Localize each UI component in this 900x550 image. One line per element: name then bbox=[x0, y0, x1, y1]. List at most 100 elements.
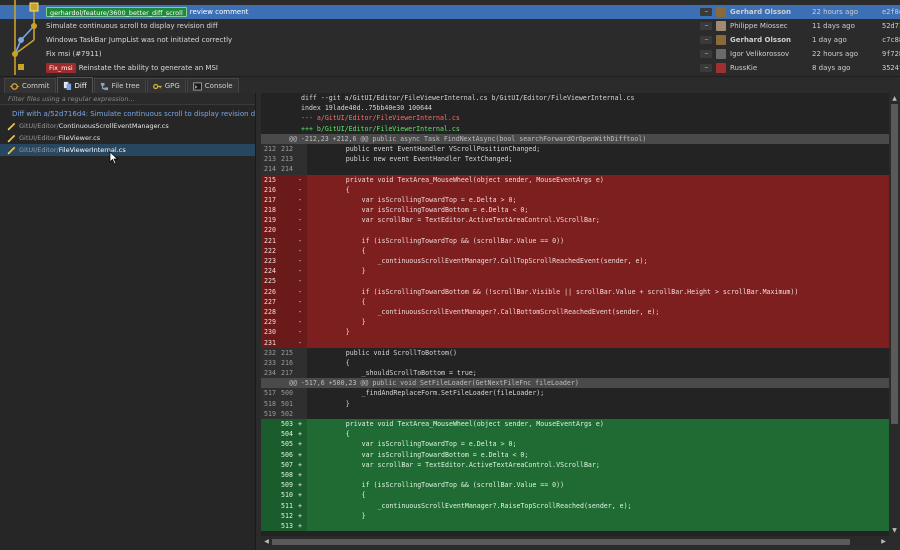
commit-row[interactable]: gerhardol/feature/3600_better_diff_scrol… bbox=[0, 5, 900, 19]
scroll-right-icon[interactable]: ▶ bbox=[880, 538, 887, 545]
tab-console[interactable]: Console bbox=[186, 78, 239, 93]
diff-marker: + bbox=[298, 481, 302, 490]
branch-label[interactable]: Fix_msi bbox=[46, 63, 76, 73]
scroll-thumb[interactable] bbox=[891, 104, 898, 424]
old-line-number bbox=[261, 113, 301, 123]
diff-line: 512 + } bbox=[261, 510, 889, 521]
diff-marker: - bbox=[298, 338, 302, 347]
scroll-thumb[interactable] bbox=[272, 539, 850, 545]
old-line-number: 519 bbox=[264, 409, 276, 418]
diff-marker: - bbox=[298, 287, 302, 296]
code-text: @@ -517,6 +500,23 @@ public void SetFile… bbox=[289, 379, 579, 388]
old-line-number: 223 bbox=[264, 257, 276, 265]
code-text: --- a/GitUI/Editor/FileViewerInternal.cs bbox=[301, 114, 460, 123]
diff-line: 216 - { bbox=[261, 184, 889, 195]
file-path: GitUI/Editor/ bbox=[19, 122, 59, 130]
diff-marker: + bbox=[298, 430, 302, 439]
commit-row[interactable]: Fix_msi Reinstate the ability to generat… bbox=[0, 61, 900, 75]
file-item[interactable]: GitUI/Editor/ContinuousScrollEventManage… bbox=[0, 120, 255, 132]
scroll-down-icon[interactable]: ▼ bbox=[891, 527, 898, 534]
commit-row[interactable]: Simulate continuous scroll to display re… bbox=[0, 19, 900, 33]
diff-marker: + bbox=[298, 420, 302, 428]
scroll-left-icon[interactable]: ◀ bbox=[263, 538, 270, 545]
diff-with-header[interactable]: Diff with a/52d716d4: Simulate continuou… bbox=[0, 108, 255, 120]
commit-message-cell: Windows TaskBar JumpList was not initiat… bbox=[46, 36, 656, 44]
diff-marker: + bbox=[298, 501, 302, 510]
horizontal-scrollbar[interactable]: ◀ ▶ bbox=[261, 536, 889, 547]
commit-hash: e2f8ec2 bbox=[882, 8, 900, 16]
more-button[interactable]: ··· bbox=[700, 50, 712, 58]
code-text: if (isScrollingTowardTop && (scrollBar.V… bbox=[314, 481, 565, 490]
new-line-number bbox=[278, 185, 295, 195]
tab-file-tree[interactable]: File tree bbox=[93, 78, 146, 93]
old-line-number: 214 bbox=[264, 165, 276, 174]
commit-message: Reinstate the ability to generate an MSI bbox=[78, 64, 218, 72]
file-list-pane: Filter files using a regular expression.… bbox=[0, 93, 256, 550]
diff-line: @@ -517,6 +500,23 @@ public void SetFile… bbox=[261, 378, 889, 389]
branch-label[interactable]: gerhardol/feature/3600_better_diff_scrol… bbox=[46, 7, 187, 17]
filter-files-input[interactable]: Filter files using a regular expression.… bbox=[0, 93, 255, 105]
avatar bbox=[716, 7, 726, 17]
commit-list[interactable]: gerhardol/feature/3600_better_diff_scrol… bbox=[0, 0, 900, 75]
old-line-number bbox=[261, 480, 278, 490]
tab-label: File tree bbox=[111, 82, 140, 90]
more-button[interactable]: ··· bbox=[700, 8, 712, 16]
code-text: diff --git a/GitUI/Editor/FileViewerInte… bbox=[301, 94, 635, 102]
code-text: _findAndReplaceForm.SetFileLoader(fileLo… bbox=[314, 389, 545, 398]
diff-line: 214 214 bbox=[261, 164, 889, 175]
code-text: { bbox=[314, 246, 366, 255]
file-item[interactable]: GitUI/Editor/FileViewer.cs bbox=[0, 132, 255, 144]
avatar bbox=[716, 63, 726, 73]
code-text: public event EventHandler VScrollPositio… bbox=[314, 144, 541, 153]
new-line-number bbox=[278, 236, 295, 246]
old-line-number bbox=[261, 521, 278, 531]
new-line-number: 501 bbox=[281, 399, 293, 408]
diff-line: 503 + private void TextArea_MouseWheel(ob… bbox=[261, 419, 889, 430]
commit-icon bbox=[10, 82, 19, 90]
more-button[interactable]: ··· bbox=[700, 64, 712, 72]
avatar bbox=[716, 49, 726, 59]
diff-line: 513 + bbox=[261, 520, 889, 532]
diff-marker: + bbox=[298, 511, 302, 520]
diff-line: 504 + { bbox=[261, 429, 889, 440]
diff-marker bbox=[295, 144, 314, 154]
tab-diff[interactable]: Diff bbox=[56, 77, 93, 93]
diff-line: 506 + var isScrollingTowardBottom = e.Del… bbox=[261, 449, 889, 460]
code-text: @@ -212,23 +212,6 @@ public async Task F… bbox=[289, 134, 647, 143]
console-icon bbox=[192, 82, 202, 90]
more-button[interactable]: ··· bbox=[700, 36, 712, 44]
commit-row[interactable]: Windows TaskBar JumpList was not initiat… bbox=[0, 33, 900, 47]
vertical-scrollbar[interactable]: ▲ ▼ bbox=[889, 93, 900, 536]
diff-line: 510 + { bbox=[261, 490, 889, 501]
commit-date: 22 hours ago bbox=[812, 8, 859, 16]
diff-marker: - bbox=[298, 267, 302, 276]
diff-marker: - bbox=[298, 328, 302, 337]
old-line-number: 227 bbox=[264, 297, 276, 306]
new-line-number: 215 bbox=[281, 348, 293, 357]
commit-row[interactable]: Fix msi (#7911) ··· Igor Velikorossov 22… bbox=[0, 47, 900, 61]
file-tree-icon bbox=[100, 82, 108, 90]
diff-line: 219 - var scrollBar = TextEditor.ActiveTe… bbox=[261, 215, 889, 226]
file-name: ContinuousScrollEventManager.cs bbox=[58, 122, 169, 130]
avatar bbox=[716, 35, 726, 45]
new-line-number bbox=[278, 307, 295, 317]
file-item[interactable]: GitUI/Editor/FileViewerInternal.cs bbox=[0, 144, 255, 156]
new-line-number bbox=[278, 317, 295, 327]
code-text: var isScrollingTowardTop = e.Delta > 0; bbox=[314, 440, 517, 449]
scroll-up-icon[interactable]: ▲ bbox=[891, 95, 898, 102]
diff-marker: - bbox=[298, 318, 302, 327]
diff-line: 212 212 public event EventHandler VScroll… bbox=[261, 143, 889, 155]
diff-viewer[interactable]: diff --git a/GitUI/Editor/FileViewerInte… bbox=[261, 93, 889, 536]
commit-node bbox=[12, 51, 18, 57]
diff-line: 222 - { bbox=[261, 245, 889, 256]
tab-commit[interactable]: Commit bbox=[4, 78, 56, 93]
new-line-number: 509 bbox=[281, 481, 293, 490]
more-button[interactable]: ··· bbox=[700, 22, 712, 30]
commit-hash: 9f728b5 bbox=[882, 50, 900, 58]
tab-gpg[interactable]: GPG bbox=[146, 78, 186, 93]
diff-marker: - bbox=[298, 226, 302, 235]
new-line-number bbox=[278, 276, 295, 286]
old-line-number bbox=[261, 490, 278, 500]
code-text: { bbox=[314, 297, 366, 306]
diff-line: 517 500 _findAndReplaceForm.SetFileLoader… bbox=[261, 388, 889, 399]
